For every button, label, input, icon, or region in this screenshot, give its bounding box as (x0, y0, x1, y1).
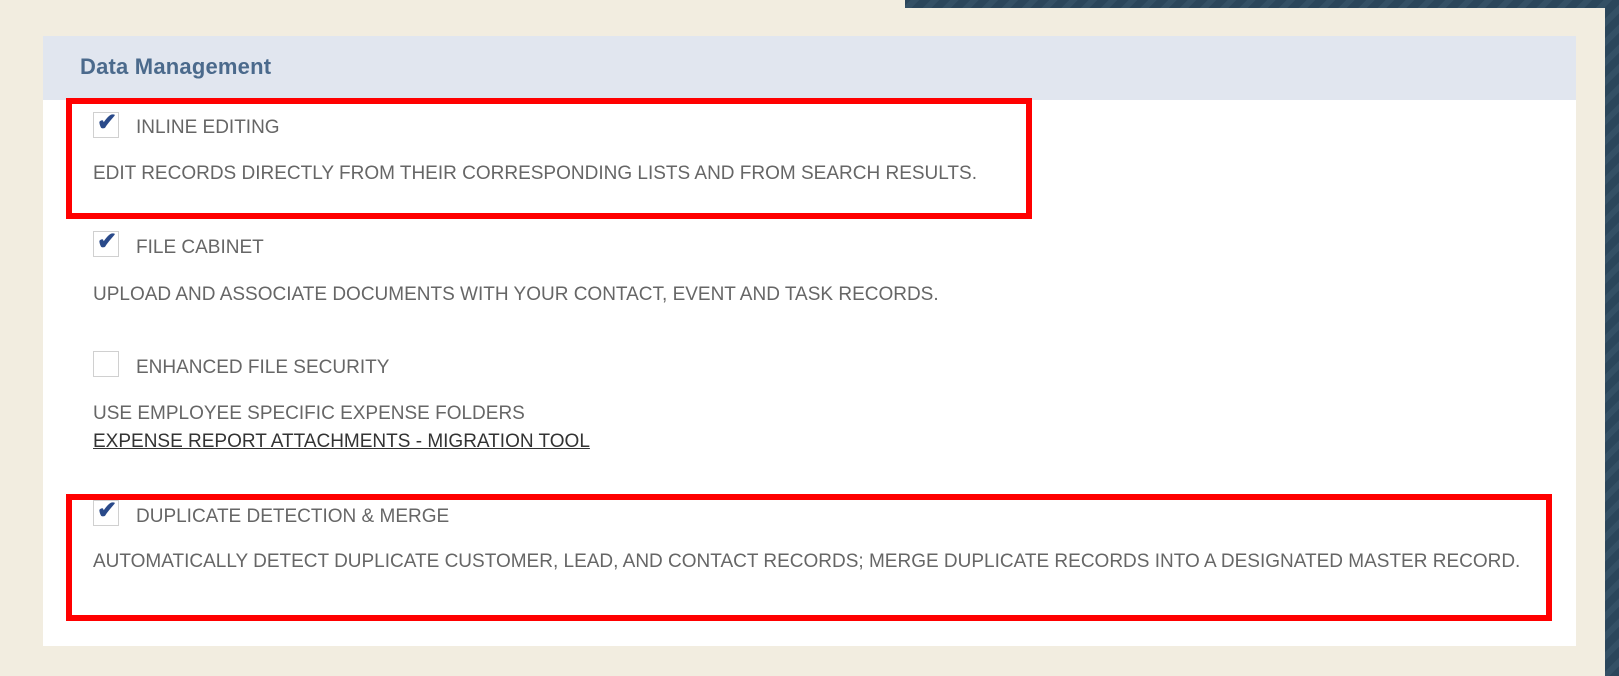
enhanced-file-security-checkbox[interactable] (93, 351, 119, 377)
enhanced-file-security-label: ENHANCED FILE SECURITY (136, 357, 390, 378)
highlight-box-duplicate-detection (66, 494, 1552, 621)
file-cabinet-label: FILE CABINET (136, 237, 264, 258)
highlight-box-inline-editing (66, 98, 1032, 219)
enhanced-file-security-description: USE EMPLOYEE SPECIFIC EXPENSE FOLDERS (93, 403, 525, 424)
section-title: Data Management (80, 54, 272, 79)
file-cabinet-checkbox[interactable]: ✔ (93, 228, 119, 257)
file-cabinet-description: UPLOAD AND ASSOCIATE DOCUMENTS WITH YOUR… (93, 284, 939, 305)
panel-header: Data Management (43, 36, 1576, 100)
migration-tool-link[interactable]: EXPENSE REPORT ATTACHMENTS - MIGRATION T… (93, 431, 590, 453)
checkmark-icon: ✔ (97, 228, 118, 255)
